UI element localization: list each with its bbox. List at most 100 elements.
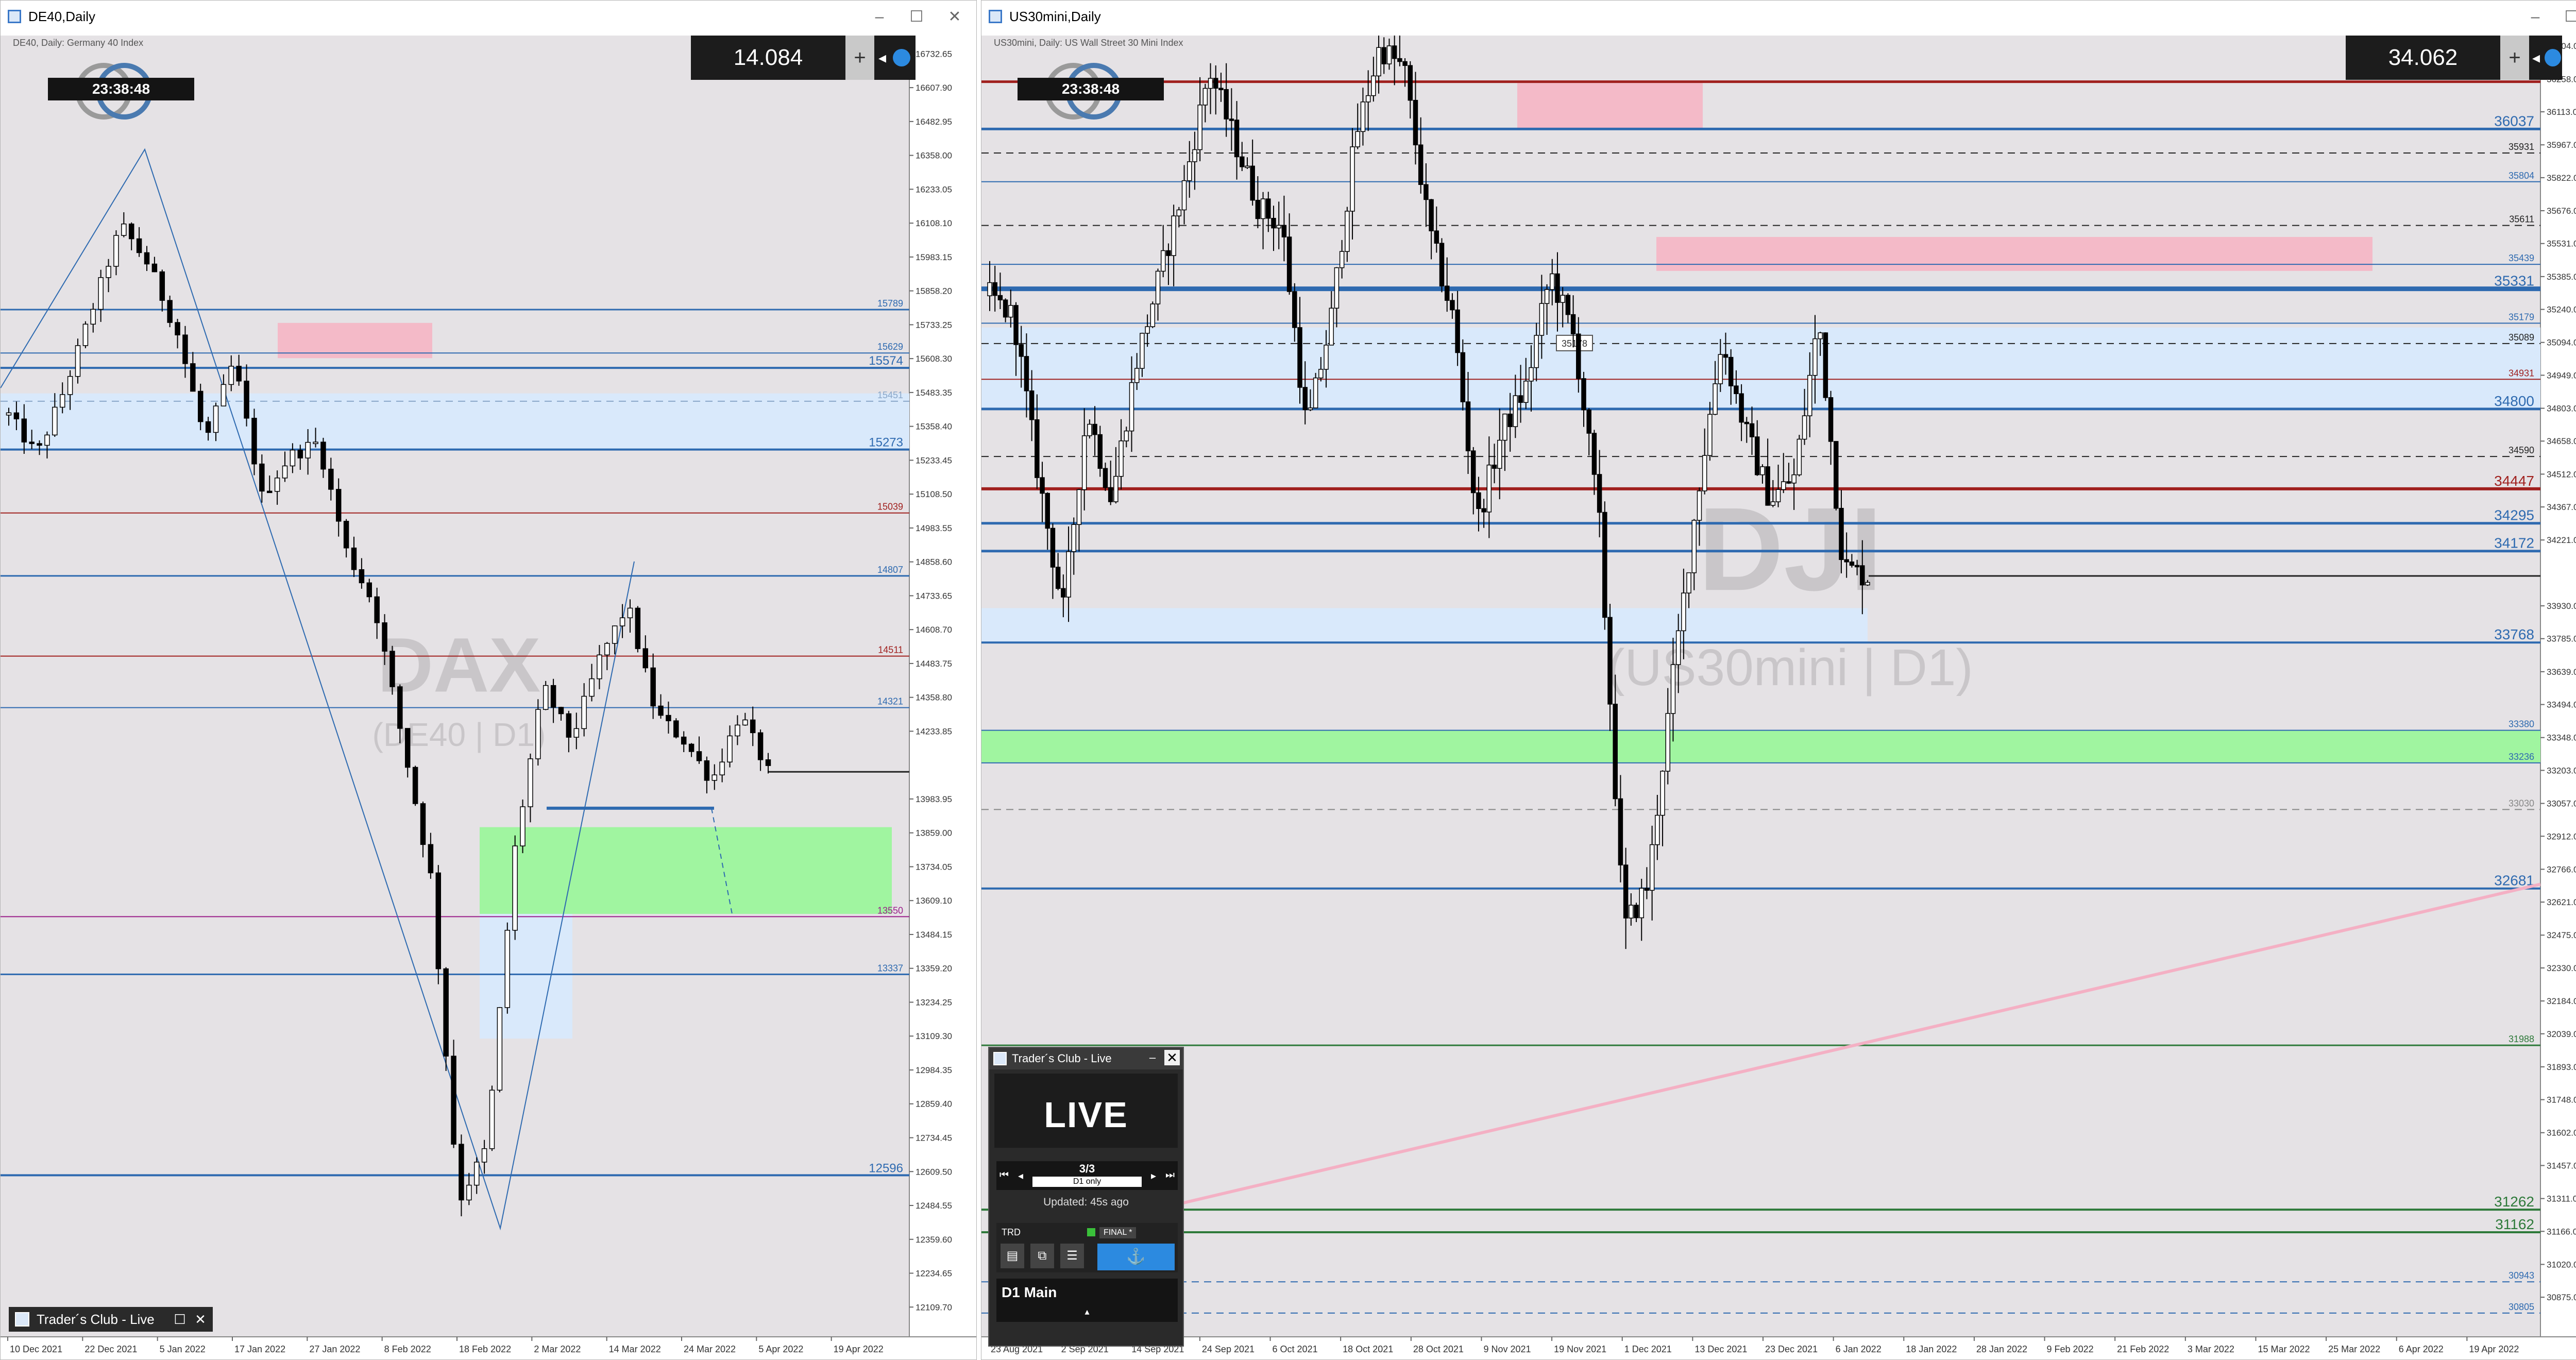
candle-bear — [992, 282, 997, 296]
date-tick-label: 17 Jan 2022 — [234, 1344, 285, 1354]
candle-bear — [1050, 528, 1056, 568]
level-label: 13550 — [877, 905, 903, 915]
candle-bear — [459, 1144, 464, 1201]
close-icon[interactable]: ✕ — [943, 7, 966, 27]
candle-bear — [359, 569, 365, 584]
database-icon[interactable]: ☰ — [1060, 1244, 1084, 1268]
price-widget[interactable]: 14.084 + ◂ — [691, 36, 916, 80]
chevron-up-icon[interactable]: ▴ — [996, 1306, 1178, 1322]
price-tick-label: 15108.50 — [916, 489, 952, 499]
candle-bear — [397, 686, 403, 729]
chart-de40[interactable]: DE40, Daily: Germany 40 Index 16732.65 166… — [1, 36, 976, 1359]
candle-bear — [1786, 481, 1791, 484]
demand-zone — [981, 730, 2540, 763]
candle-bear — [650, 667, 656, 707]
candle-bull — [1713, 383, 1718, 415]
minimize-icon[interactable]: – — [2524, 7, 2547, 27]
filter-label[interactable]: D1 only — [1032, 1177, 1142, 1187]
candle-bull — [1160, 250, 1166, 272]
date-tick-label: 1 Dec 2021 — [1624, 1344, 1672, 1354]
panel-toolbar: TRD FINAL * ▤ ⧉ ☰ ⚓ — [996, 1223, 1178, 1272]
date-tick-label: 28 Jan 2022 — [1976, 1344, 2027, 1354]
candle-bull — [735, 724, 740, 737]
price-widget[interactable]: 34.062 + ◂ — [2346, 36, 2562, 80]
level-label: 34295 — [2494, 507, 2534, 523]
close-icon[interactable]: ✕ — [192, 1311, 209, 1328]
price-tick-label: 12109.70 — [916, 1302, 952, 1312]
price-tick-label: 12609.50 — [916, 1167, 952, 1177]
candle-bull — [1560, 295, 1565, 303]
plus-icon[interactable]: + — [2500, 36, 2529, 80]
updated-status: Updated: 45s ago — [1043, 1196, 1129, 1208]
candle-bull — [1697, 490, 1702, 521]
candle-bear — [1492, 464, 1497, 469]
date-tick-label: 6 Oct 2021 — [1273, 1344, 1318, 1354]
window-titlebar[interactable]: DE40,Daily – ☐ ✕ — [1, 1, 976, 36]
price-tick-label: 12234.65 — [916, 1269, 952, 1279]
candle-bull — [1192, 149, 1197, 162]
plus-icon[interactable]: + — [845, 36, 874, 80]
document-icon[interactable]: ▤ — [1001, 1244, 1024, 1268]
next-icon[interactable]: ▸ — [1151, 1169, 1156, 1182]
level-label: 35931 — [2509, 142, 2534, 152]
minimize-icon[interactable]: – — [1145, 1050, 1160, 1065]
level-label: 14321 — [877, 696, 903, 707]
live-logo: LIVE — [994, 1074, 1178, 1148]
candle-bull — [1639, 888, 1644, 919]
candle-bear — [1481, 508, 1486, 513]
minimize-icon[interactable]: – — [868, 7, 891, 27]
globe-icon[interactable] — [2545, 49, 2561, 66]
candle-bear — [1255, 199, 1261, 219]
candle-bear — [1507, 413, 1513, 427]
date-tick-label: 9 Nov 2021 — [1483, 1344, 1531, 1354]
final-badge[interactable]: FINAL * — [1099, 1227, 1137, 1238]
candle-bull — [719, 761, 725, 776]
candle-bear — [1597, 474, 1602, 513]
maximize-icon[interactable]: ☐ — [2560, 7, 2576, 27]
candle-bear — [1581, 378, 1586, 411]
candle-bear — [1055, 567, 1061, 589]
price-tick-label: 31166.00 — [2547, 1227, 2576, 1236]
profile-label[interactable]: D1 Main — [996, 1279, 1178, 1306]
candle-bear — [1423, 184, 1429, 200]
last-icon[interactable]: ⏭ — [1165, 1169, 1175, 1181]
level-label: 12596 — [869, 1161, 903, 1175]
candle-bull — [1702, 455, 1707, 491]
candle-bull — [1670, 664, 1676, 714]
trader-panel-minimized[interactable]: Trader´s Club - Live ☐ ✕ — [9, 1307, 213, 1332]
trader-club-panel[interactable]: Trader´s Club - Live – ✕ LIVE ⏮ ◂ 3/3 D1… — [988, 1047, 1184, 1347]
trade-icon[interactable]: ⚓ — [1097, 1244, 1175, 1270]
chart-window-icon — [8, 10, 21, 23]
candle-bear — [1397, 58, 1402, 62]
arrow-left-icon[interactable]: ◂ — [878, 49, 886, 67]
price-tick-label: 32039.00 — [2547, 1029, 2576, 1039]
arrow-left-icon[interactable]: ◂ — [2532, 49, 2540, 67]
window-titlebar[interactable]: US30mini,Daily – ☐ ✕ — [981, 1, 2576, 36]
candle-bull — [1140, 333, 1145, 369]
candle-bear — [765, 759, 771, 766]
level-label: 15273 — [869, 436, 903, 450]
globe-icon[interactable] — [893, 49, 910, 66]
candle-bear — [420, 803, 426, 845]
maximize-icon[interactable]: ☐ — [172, 1311, 188, 1328]
price-tick-label: 31602.00 — [2547, 1128, 2576, 1138]
candle-bull — [1124, 430, 1129, 441]
candle-bear — [451, 1056, 456, 1145]
date-tick-label: 10 Dec 2021 — [10, 1344, 62, 1354]
candle-bull — [1775, 489, 1781, 502]
maximize-icon[interactable]: ☐ — [905, 7, 928, 27]
signal-navigator[interactable]: ⏮ ◂ 3/3 D1 only ▸ ⏭ — [996, 1161, 1178, 1190]
candle-bear — [1734, 385, 1739, 394]
candle-bull — [1202, 88, 1208, 106]
chart-us30[interactable]: US30mini, Daily: US Wall Street 30 Mini … — [981, 36, 2576, 1359]
candle-bull — [1665, 713, 1671, 772]
candle-bear — [997, 295, 1003, 300]
candle-bull — [1345, 211, 1350, 252]
windows-icon[interactable]: ⧉ — [1030, 1244, 1054, 1268]
price-tick-label: 13734.05 — [916, 862, 952, 872]
price-tick-label: 31748.00 — [2547, 1095, 2576, 1105]
level-label: 33030 — [2509, 798, 2534, 808]
close-icon[interactable]: ✕ — [1164, 1050, 1180, 1065]
level-label: 15789 — [877, 298, 903, 309]
price-tick-label: 13859.00 — [916, 828, 952, 838]
